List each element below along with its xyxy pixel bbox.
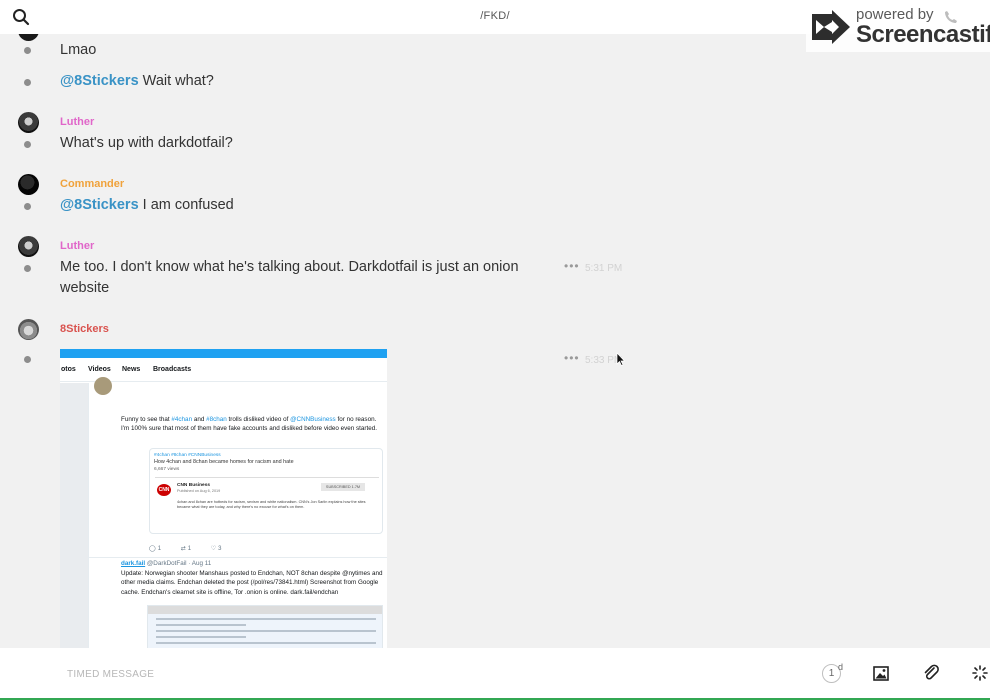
- avatar[interactable]: [18, 236, 39, 257]
- avatar[interactable]: [18, 34, 39, 41]
- message-time: 5:31 PM: [585, 263, 623, 274]
- mention-link[interactable]: @8Stickers: [60, 73, 139, 89]
- image-icon[interactable]: [873, 666, 889, 681]
- message-body: I am confused: [138, 197, 234, 213]
- video-info: CNN CNN Business Published on Aug 6, 201…: [155, 477, 379, 529]
- mouse-cursor-icon: [616, 352, 626, 366]
- tweet-actions: ◯ 1 ⇄ 1 ♡ 3: [149, 546, 222, 552]
- avatar[interactable]: [18, 112, 39, 133]
- message-dot: [24, 265, 31, 272]
- message-dot: [24, 47, 31, 54]
- avatar[interactable]: [18, 319, 39, 340]
- message-text: Me too. I don't know what he's talking a…: [60, 257, 519, 299]
- tweet-text: Funny to see that #4chan and #8chan trol…: [121, 416, 378, 432]
- youtube-card: #4chan #8chan #CNNBusiness How 4chan and…: [149, 448, 383, 534]
- tweet-text: dark.fail @DarkDotFail · Aug 11 Update: …: [121, 560, 383, 596]
- attachment-margin: [60, 383, 88, 648]
- attachment-topbar: [60, 349, 387, 358]
- message-dot: [24, 141, 31, 148]
- tab-photos: otos: [61, 366, 76, 373]
- author-name[interactable]: Commander: [60, 178, 124, 190]
- message-line: Me too. I don't know what he's talking a…: [60, 259, 519, 275]
- message-dot: [24, 356, 31, 363]
- tweet-avatar: [94, 377, 112, 395]
- tab-news: News: [122, 366, 141, 373]
- author-name[interactable]: 8Stickers: [60, 323, 109, 335]
- message-dot: [24, 203, 31, 210]
- message-text: @8Stickers Wait what?: [60, 71, 214, 92]
- more-options-button[interactable]: •••: [564, 259, 580, 273]
- message-input[interactable]: TIMED MESSAGE: [67, 669, 154, 680]
- composer-bar: TIMED MESSAGE 1 d: [0, 648, 990, 700]
- mention-link[interactable]: @8Stickers: [60, 197, 139, 213]
- message-body: Wait what?: [138, 73, 214, 89]
- author-name[interactable]: Luther: [60, 116, 94, 128]
- tweet-column: Funny to see that #4chan and #8chan trol…: [88, 377, 387, 648]
- message-text: What's up with darkdotfail?: [60, 135, 233, 151]
- cnn-logo: CNN: [157, 484, 171, 496]
- avatar[interactable]: [18, 174, 39, 195]
- embedded-screenshot: [147, 605, 383, 648]
- message-line: website: [60, 280, 110, 296]
- message-text: Lmao: [60, 42, 97, 58]
- tab-videos: Videos: [88, 366, 111, 373]
- more-options-button[interactable]: •••: [564, 351, 580, 365]
- timer-unit: d: [838, 662, 844, 672]
- author-name[interactable]: Luther: [60, 240, 94, 252]
- message-list[interactable]: Lmao @8Stickers Wait what? Luther What's…: [0, 34, 990, 648]
- tab-broadcasts: Broadcasts: [153, 366, 192, 373]
- message-dot: [24, 79, 31, 86]
- phone-icon[interactable]: [944, 10, 958, 24]
- card-content: #4chan #8chan #CNNBusiness How 4chan and…: [154, 453, 294, 472]
- image-attachment[interactable]: otos Videos News Broadcasts Funny to see…: [60, 349, 387, 648]
- paperclip-icon[interactable]: [922, 664, 940, 682]
- loading-spinner-icon[interactable]: [972, 665, 988, 681]
- message-text: @8Stickers I am confused: [60, 195, 234, 216]
